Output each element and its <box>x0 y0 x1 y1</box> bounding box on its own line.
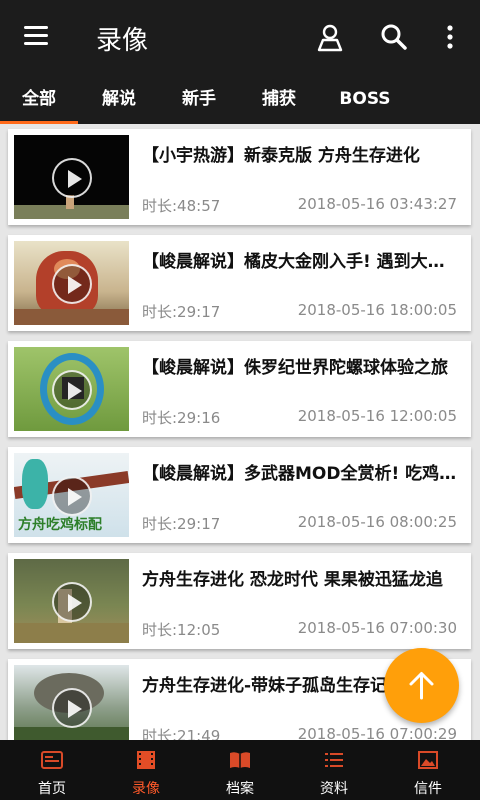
nav-home[interactable]: 首页 <box>4 740 100 800</box>
video-duration: 时长:48:57 <box>142 197 221 215</box>
bottom-navigation: 首页 录像 档案 资料 信件 <box>0 740 480 800</box>
video-thumbnail <box>14 665 129 740</box>
video-duration: 时长:12:05 <box>142 621 221 639</box>
video-title: 【小宇热游】新泰克版 方舟生存进化 <box>142 146 420 166</box>
video-date: 2018-05-16 07:00:29 <box>297 725 457 740</box>
image-icon <box>418 751 438 769</box>
video-thumbnail <box>14 559 129 643</box>
arrow-up-icon <box>409 672 434 700</box>
app-bar: 录像 <box>0 0 480 74</box>
nav-videos[interactable]: 录像 <box>98 740 194 800</box>
film-icon <box>137 751 155 769</box>
nav-mail[interactable]: 信件 <box>380 740 476 800</box>
more-vertical-icon[interactable] <box>434 20 470 56</box>
video-title: 方舟生存进化 恐龙时代 果果被迅猛龙追 <box>142 570 443 590</box>
play-icon <box>52 476 92 516</box>
user-icon[interactable] <box>312 20 348 56</box>
tab-boss[interactable]: BOSS <box>330 74 400 124</box>
page-title: 录像 <box>96 26 149 56</box>
video-thumbnail <box>14 135 129 219</box>
video-thumbnail <box>14 241 129 325</box>
video-duration: 时长:21:49 <box>142 727 221 740</box>
nav-label: 首页 <box>38 781 66 797</box>
thumbnail-caption: 方舟吃鸡标配 <box>18 517 102 533</box>
video-date: 2018-05-16 03:43:27 <box>297 195 457 213</box>
scroll-to-top-button[interactable] <box>384 648 459 723</box>
video-title: 【峻晨解说】侏罗纪世界陀螺球体验之旅 <box>142 358 448 378</box>
play-icon <box>52 370 92 410</box>
video-card[interactable]: 【小宇热游】新泰克版 方舟生存进化 时长:48:57 2018-05-16 03… <box>8 129 471 225</box>
search-icon[interactable] <box>376 20 412 56</box>
video-thumbnail <box>14 347 129 431</box>
play-icon <box>52 158 92 198</box>
menu-icon[interactable] <box>18 22 54 52</box>
tab-all[interactable]: 全部 <box>0 74 78 124</box>
video-card[interactable]: 【峻晨解说】侏罗纪世界陀螺球体验之旅 时长:29:16 2018-05-16 1… <box>8 341 471 437</box>
video-date: 2018-05-16 18:00:05 <box>297 301 457 319</box>
book-icon <box>230 752 250 768</box>
video-card[interactable]: 方舟生存进化 恐龙时代 果果被迅猛龙追 时长:12:05 2018-05-16 … <box>8 553 471 649</box>
video-date: 2018-05-16 07:00:30 <box>297 619 457 637</box>
nav-data[interactable]: 资料 <box>286 740 382 800</box>
video-title: 【峻晨解说】多武器MOD全赏析! 吃鸡必备 <box>142 464 460 484</box>
play-icon <box>52 582 92 622</box>
video-duration: 时长:29:17 <box>142 515 221 533</box>
tab-beginner[interactable]: 新手 <box>166 74 232 124</box>
nav-label: 资料 <box>320 781 348 797</box>
tab-capture[interactable]: 捕获 <box>246 74 312 124</box>
video-date: 2018-05-16 12:00:05 <box>297 407 457 425</box>
tab-commentary[interactable]: 解说 <box>86 74 152 124</box>
list-icon <box>325 753 343 767</box>
nav-label: 档案 <box>226 781 254 797</box>
nav-archive[interactable]: 档案 <box>192 740 288 800</box>
video-duration: 时长:29:17 <box>142 303 221 321</box>
nav-label: 录像 <box>132 781 160 797</box>
video-card[interactable]: 【峻晨解说】橘皮大金刚入手! 遇到大猩猩 时长:29:17 2018-05-16… <box>8 235 471 331</box>
video-title: 【峻晨解说】橘皮大金刚入手! 遇到大猩猩 <box>142 252 460 272</box>
play-icon <box>52 264 92 304</box>
video-thumbnail: 方舟吃鸡标配 <box>14 453 129 537</box>
play-icon <box>52 688 92 728</box>
video-duration: 时长:29:16 <box>142 409 221 427</box>
video-date: 2018-05-16 08:00:25 <box>297 513 457 531</box>
video-card[interactable]: 方舟吃鸡标配 【峻晨解说】多武器MOD全赏析! 吃鸡必备 时长:29:17 20… <box>8 447 471 543</box>
home-icon <box>41 751 63 769</box>
category-tabs: 全部 解说 新手 捕获 BOSS <box>0 74 480 124</box>
nav-label: 信件 <box>414 781 442 797</box>
